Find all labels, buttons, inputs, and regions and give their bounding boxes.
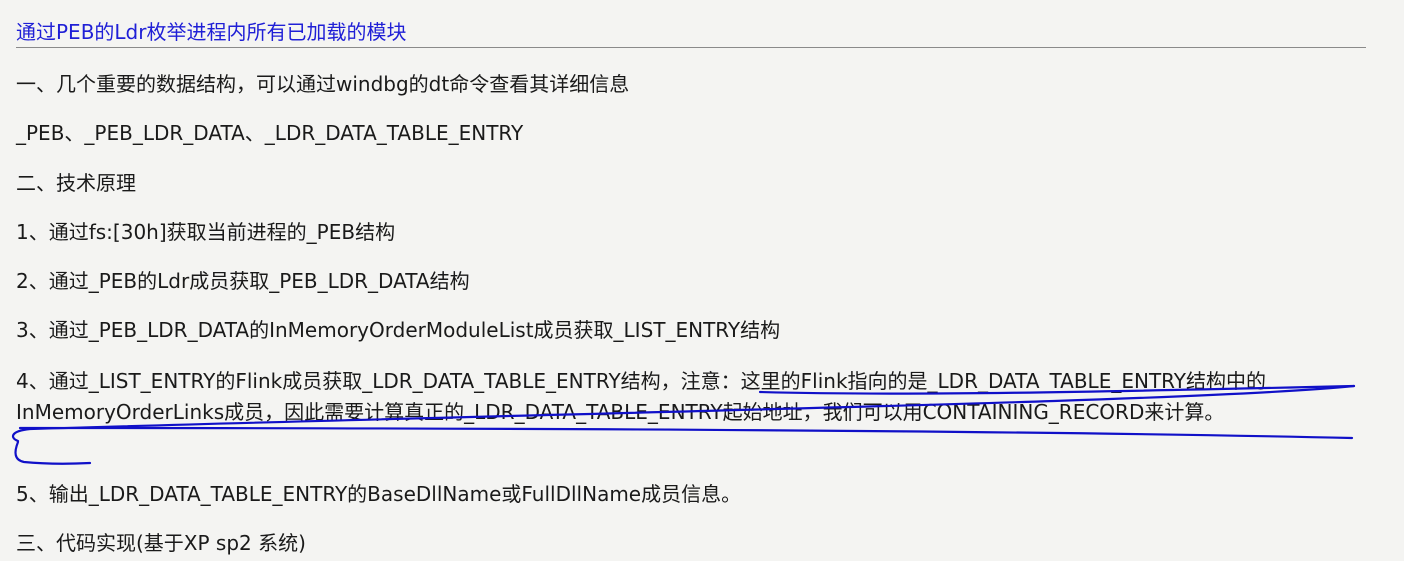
underline-stroke-3 bbox=[18, 426, 1354, 440]
step-2: 2、通过_PEB的Ldr成员获取_PEB_LDR_DATA结构 bbox=[16, 269, 470, 293]
struct-list: _PEB、_PEB_LDR_DATA、_LDR_DATA_TABLE_ENTRY bbox=[16, 121, 524, 145]
section-3-heading: 三、代码实现(基于XP sp2 系统) bbox=[16, 531, 306, 555]
step-1: 1、通过fs:[30h]获取当前进程的_PEB结构 bbox=[16, 220, 396, 244]
section-1-heading: 一、几个重要的数据结构，可以通过windbg的dt命令查看其详细信息 bbox=[16, 72, 630, 96]
title-divider bbox=[16, 47, 1366, 48]
step-4: 4、通过_LIST_ENTRY的Flink成员获取_LDR_DATA_TABLE… bbox=[16, 369, 1266, 424]
underline-stroke-4 bbox=[14, 440, 92, 465]
article-title[interactable]: 通过PEB的Ldr枚举进程内所有已加载的模块 bbox=[16, 19, 406, 45]
step-3: 3、通过_PEB_LDR_DATA的InMemoryOrderModuleLis… bbox=[16, 318, 781, 342]
section-2-heading: 二、技术原理 bbox=[16, 171, 136, 195]
step-5: 5、输出_LDR_DATA_TABLE_ENTRY的BaseDllName或Fu… bbox=[16, 482, 742, 506]
article-page: 通过PEB的Ldr枚举进程内所有已加载的模块 一、几个重要的数据结构，可以通过w… bbox=[0, 0, 1404, 561]
